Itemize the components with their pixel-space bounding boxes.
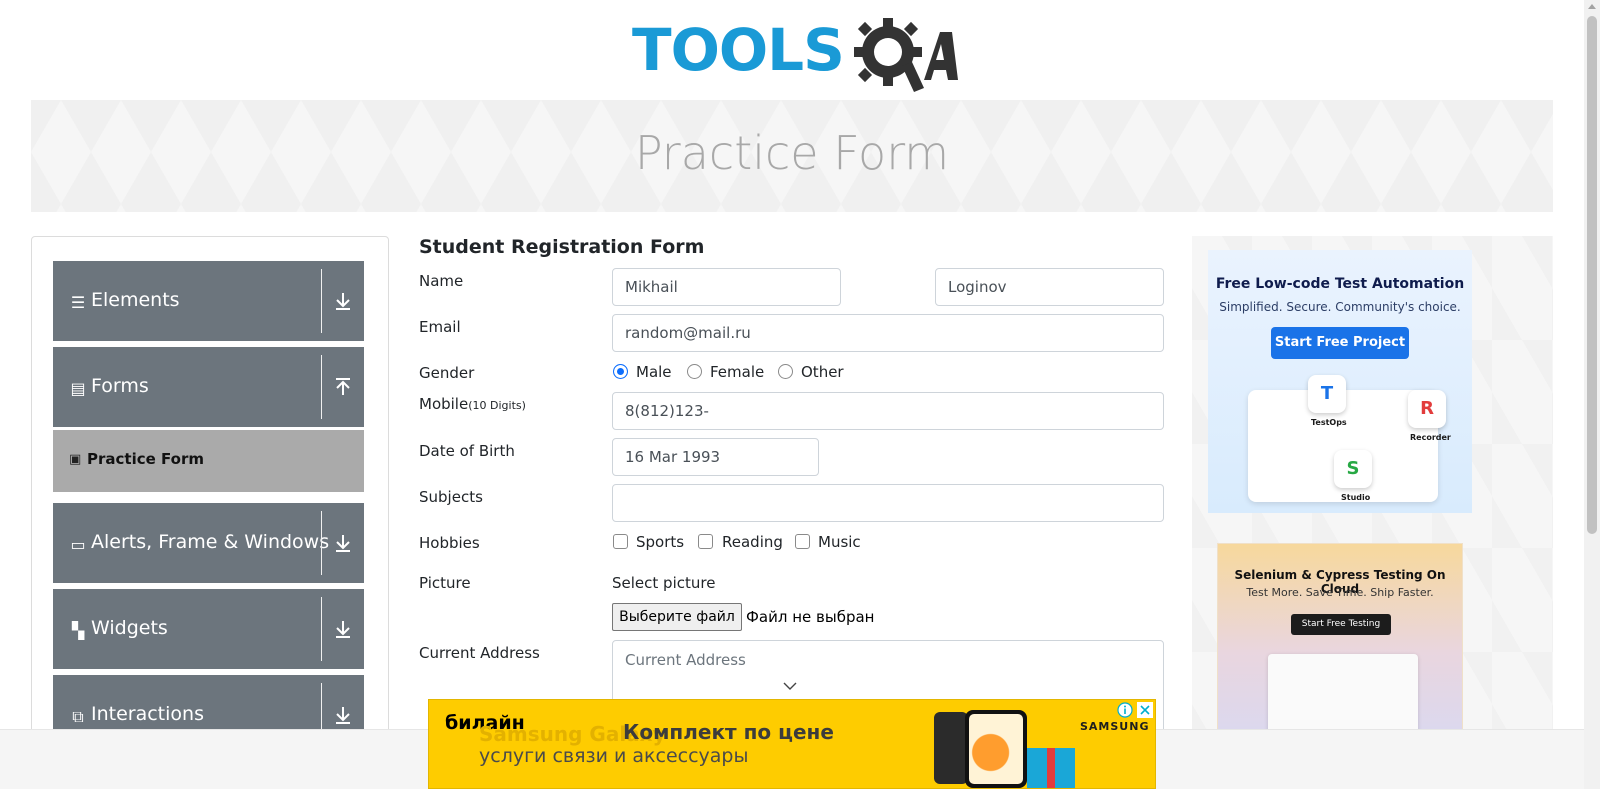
page-banner: Practice Form <box>31 100 1553 212</box>
logo-gear-icon <box>854 18 958 92</box>
ad-subtitle: Test More. Save Time. Ship Faster. <box>1246 586 1434 599</box>
divider <box>321 511 322 575</box>
mobile-label-text: Mobile <box>419 395 469 413</box>
mobile-input[interactable]: 8(812)123- <box>612 392 1164 430</box>
date-of-birth-input[interactable]: 16 Mar 1993 <box>612 438 819 476</box>
ad-selenium-cypress[interactable]: Selenium & Cypress Testing On Cloud Test… <box>1217 543 1463 744</box>
logo-text: TOOLS <box>632 16 845 84</box>
choose-file-button[interactable]: Выберите файл <box>612 603 742 631</box>
ad-maker: SAMSUNG <box>1080 720 1150 733</box>
ad-close-icon[interactable] <box>1137 702 1153 718</box>
hobby-music-label[interactable]: Music <box>818 533 861 551</box>
sidebar-group-label: Forms <box>91 375 149 397</box>
divider <box>321 597 322 661</box>
ad-info-icon[interactable] <box>1117 702 1133 718</box>
file-status: Файл не выбран <box>746 608 875 626</box>
upload-arrow-icon <box>336 378 350 395</box>
textarea-placeholder: Current Address <box>625 651 746 669</box>
list-icon: ☰ <box>70 293 86 312</box>
mobile-hint: (10 Digits) <box>468 399 526 412</box>
widgets-icon: ▚ <box>71 621 85 640</box>
name-label: Name <box>419 272 464 290</box>
gender-other-label[interactable]: Other <box>801 363 844 381</box>
bottom-banner-ad[interactable]: билайн Samsung Galaxy Комплект по цене у… <box>428 699 1156 789</box>
recorder-tile-icon: R <box>1408 390 1446 428</box>
phone-image <box>934 712 968 784</box>
page-title: Practice Form <box>634 126 950 180</box>
sidebar-item-label: Practice Form <box>87 450 204 468</box>
download-arrow-icon <box>336 621 350 638</box>
gender-female-radio[interactable] <box>687 364 702 379</box>
scroll-up-arrow-icon[interactable] <box>1588 4 1596 9</box>
start-free-project-button[interactable]: Start Free Project <box>1271 327 1409 359</box>
hobby-sports-label[interactable]: Sports <box>636 533 684 551</box>
sidebar-group-alerts[interactable]: ▭ Alerts, Frame & Windows <box>53 503 364 583</box>
hobby-reading-label[interactable]: Reading <box>722 533 783 551</box>
sidebar-group-label: Widgets <box>91 617 168 639</box>
ad-subtitle: Simplified. Secure. Community's choice. <box>1219 300 1461 314</box>
ad-subline: услуги связи и аксессуары <box>479 745 749 767</box>
hobby-sports-checkbox[interactable] <box>613 534 628 549</box>
sidebar-group-label: Alerts, Frame & Windows <box>91 531 330 553</box>
email-input[interactable]: random@mail.ru <box>612 314 1164 352</box>
sidebar-group-elements[interactable]: ☰ Elements <box>53 261 364 341</box>
select-picture-label: Select picture <box>612 574 716 592</box>
ad-title: Free Low-code Test Automation <box>1215 276 1465 292</box>
document-icon: ▤ <box>70 379 86 398</box>
subjects-label: Subjects <box>419 488 483 506</box>
form-title: Student Registration Form <box>419 236 705 258</box>
testops-tile-icon: T <box>1308 375 1346 413</box>
sidebar-group-widgets[interactable]: ▚ Widgets <box>53 589 364 669</box>
current-address-label: Current Address <box>419 644 540 662</box>
subjects-input[interactable] <box>612 484 1164 522</box>
gift-box-image <box>1027 748 1075 788</box>
gender-label: Gender <box>419 364 475 382</box>
first-name-input[interactable]: Mikhail <box>612 268 841 306</box>
form-icon: ▣ <box>69 452 82 467</box>
gender-male-radio[interactable] <box>613 364 628 379</box>
divider <box>321 355 322 419</box>
tile-label: Studio <box>1341 493 1371 502</box>
divider <box>321 269 322 333</box>
dob-label: Date of Birth <box>419 442 515 460</box>
download-arrow-icon <box>336 707 350 724</box>
ad-headline: Комплект по цене <box>623 720 834 744</box>
studio-tile-icon: S <box>1334 450 1372 488</box>
sidebar-group-label: Interactions <box>91 703 204 725</box>
download-arrow-icon <box>336 293 350 310</box>
window-icon: ▭ <box>70 535 86 554</box>
tile-label: TestOps <box>1311 418 1347 427</box>
phone-image <box>965 710 1027 788</box>
hobby-reading-checkbox[interactable] <box>698 534 713 549</box>
gender-other-radio[interactable] <box>778 364 793 379</box>
gender-female-label[interactable]: Female <box>710 363 764 381</box>
sidebar-group-forms[interactable]: ▤ Forms <box>53 347 364 427</box>
ad-low-code-automation[interactable]: Free Low-code Test Automation Simplified… <box>1208 250 1472 513</box>
tile-label: Recorder <box>1410 433 1451 442</box>
mobile-label: Mobile(10 Digits) <box>419 395 526 413</box>
gender-male-label[interactable]: Male <box>636 363 672 381</box>
sidebar: ☰ Elements ▤ Forms ▣ Practice Form ▭ Ale… <box>31 236 389 756</box>
toolsqa-logo[interactable]: TOOLS <box>632 14 958 92</box>
start-free-testing-button[interactable]: Start Free Testing <box>1291 614 1391 635</box>
download-arrow-icon <box>336 535 350 552</box>
sidebar-item-practice-form[interactable]: ▣ Practice Form <box>53 430 364 492</box>
chevron-down-icon <box>783 682 797 690</box>
phone-screen <box>969 714 1023 784</box>
interactions-icon: ⧉ <box>72 707 84 726</box>
picture-label: Picture <box>419 574 471 592</box>
email-label: Email <box>419 318 461 336</box>
vertical-scrollbar[interactable] <box>1584 0 1600 789</box>
sidebar-group-label: Elements <box>91 289 180 311</box>
hobby-music-checkbox[interactable] <box>795 534 810 549</box>
last-name-input[interactable]: Loginov <box>935 268 1164 306</box>
hobbies-label: Hobbies <box>419 534 480 552</box>
scrollbar-thumb[interactable] <box>1587 16 1597 534</box>
